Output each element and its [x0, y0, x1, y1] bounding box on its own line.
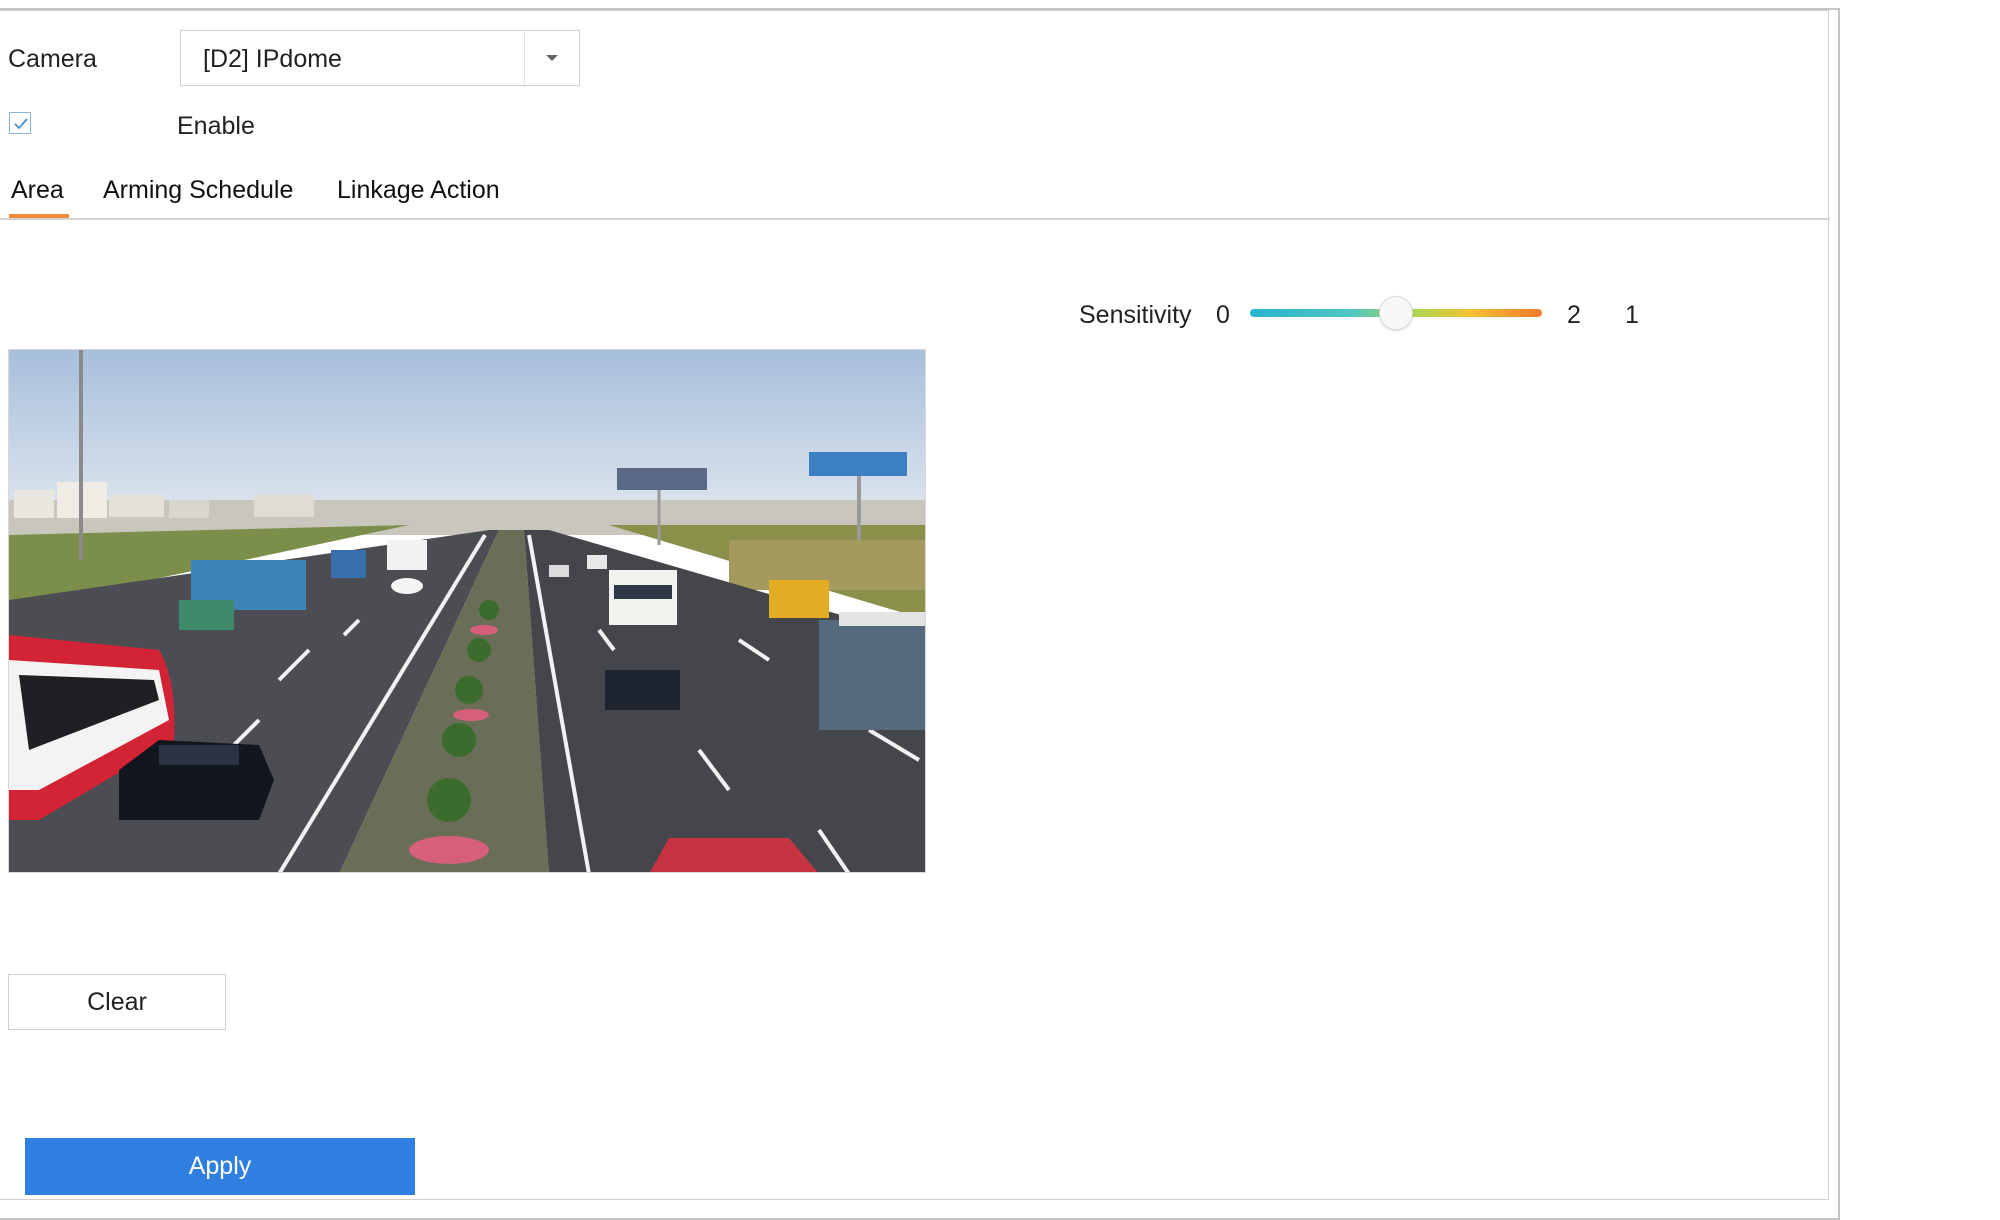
- camera-select-value: [D2] IPdome: [203, 45, 342, 73]
- sensitivity-slider-handle[interactable]: [1379, 296, 1413, 330]
- chevron-down-icon[interactable]: [524, 31, 579, 85]
- apply-button[interactable]: Apply: [25, 1138, 415, 1195]
- sensitivity-max-label: 2: [1567, 301, 1581, 329]
- camera-live-view[interactable]: [8, 349, 926, 873]
- camera-select[interactable]: [D2] IPdome: [180, 30, 580, 86]
- camera-label: Camera: [8, 45, 97, 73]
- tab-area[interactable]: Area: [11, 176, 64, 205]
- sensitivity-min-label: 0: [1216, 301, 1230, 329]
- tab-linkage-action[interactable]: Linkage Action: [337, 176, 500, 205]
- clear-button[interactable]: Clear: [8, 974, 226, 1030]
- enable-checkbox[interactable]: [9, 112, 31, 134]
- sensitivity-label: Sensitivity: [1079, 301, 1192, 329]
- highway-scene-image: [9, 350, 925, 872]
- tabs-divider: [0, 218, 1830, 220]
- tab-arming-schedule[interactable]: Arming Schedule: [103, 176, 293, 205]
- sensitivity-value: 1: [1625, 301, 1639, 329]
- enable-label: Enable: [177, 112, 255, 140]
- checkmark-icon: [14, 118, 28, 130]
